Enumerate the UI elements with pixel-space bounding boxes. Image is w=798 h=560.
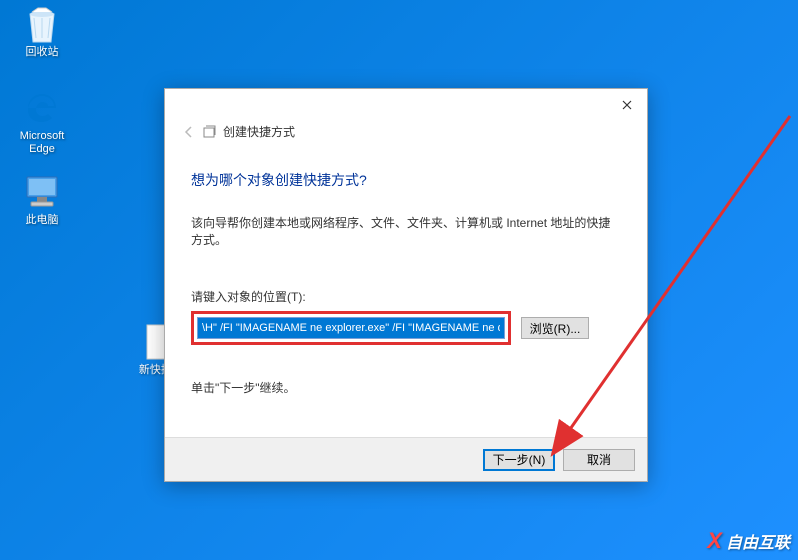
- watermark: X 自由互联: [707, 528, 790, 554]
- this-pc-label: 此电脑: [14, 214, 70, 227]
- breadcrumb: 创建快捷方式: [165, 89, 647, 140]
- close-button[interactable]: [613, 95, 641, 115]
- close-icon: [622, 100, 632, 110]
- this-pc-icon: [22, 172, 62, 212]
- next-button[interactable]: 下一步(N): [483, 449, 555, 471]
- continue-hint: 单击"下一步"继续。: [191, 379, 621, 396]
- browse-button[interactable]: 浏览(R)...: [521, 317, 589, 339]
- shortcut-wizard-icon: [203, 125, 217, 139]
- cancel-button[interactable]: 取消: [563, 449, 635, 471]
- edge-label: Microsoft Edge: [14, 130, 70, 156]
- breadcrumb-text: 创建快捷方式: [223, 123, 295, 140]
- location-field-label: 请键入对象的位置(T):: [191, 288, 621, 305]
- edge-icon: [22, 88, 62, 128]
- desktop-edge[interactable]: Microsoft Edge: [14, 88, 70, 156]
- desktop-recycle-bin[interactable]: 回收站: [14, 4, 70, 59]
- watermark-text: 自由互联: [726, 529, 790, 553]
- location-input[interactable]: [197, 317, 505, 339]
- desktop-this-pc[interactable]: 此电脑: [14, 172, 70, 227]
- watermark-logo-icon: X: [707, 528, 722, 554]
- dialog-description: 该向导帮你创建本地或网络程序、文件、文件夹、计算机或 Internet 地址的快…: [191, 214, 621, 248]
- back-arrow-icon[interactable]: [181, 124, 197, 140]
- recycle-bin-icon: [22, 4, 62, 44]
- create-shortcut-dialog: 创建快捷方式 想为哪个对象创建快捷方式? 该向导帮你创建本地或网络程序、文件、文…: [164, 88, 648, 482]
- recycle-bin-label: 回收站: [14, 46, 70, 59]
- dialog-footer: 下一步(N) 取消: [165, 437, 647, 481]
- dialog-headline: 想为哪个对象创建快捷方式?: [191, 170, 621, 190]
- highlight-annotation: [191, 311, 511, 345]
